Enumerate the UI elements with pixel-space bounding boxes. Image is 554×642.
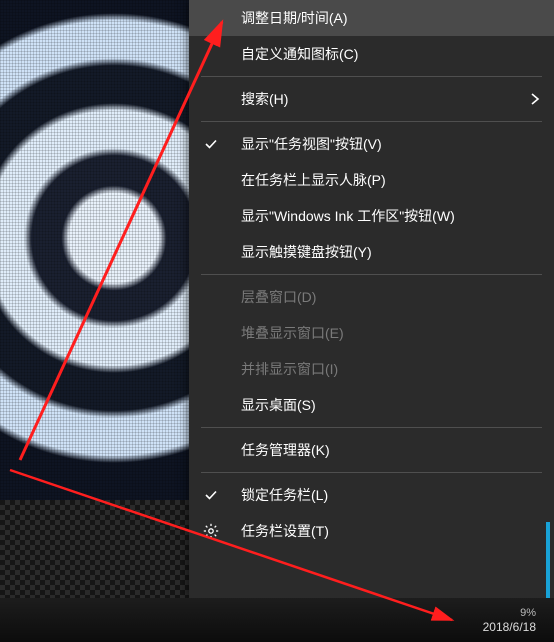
menu-item[interactable]: 锁定任务栏(L) <box>189 477 554 513</box>
chevron-right-icon <box>530 93 540 105</box>
menu-item-label: 自定义通知图标(C) <box>241 44 358 64</box>
check-icon <box>204 488 218 502</box>
menu-item-label: 堆叠显示窗口(E) <box>241 323 344 343</box>
menu-item[interactable]: 在任务栏上显示人脉(P) <box>189 162 554 198</box>
accent-bar <box>546 522 550 598</box>
menu-item: 并排显示窗口(I) <box>189 351 554 387</box>
menu-item-label: 任务栏设置(T) <box>241 521 329 541</box>
menu-separator <box>201 76 542 77</box>
menu-item-label: 并排显示窗口(I) <box>241 359 338 379</box>
menu-item-label: 层叠窗口(D) <box>241 287 316 307</box>
menu-item: 堆叠显示窗口(E) <box>189 315 554 351</box>
menu-separator <box>201 472 542 473</box>
menu-separator <box>201 274 542 275</box>
menu-item-label: 任务管理器(K) <box>241 440 330 460</box>
taskbar-date: 2018/6/18 <box>483 620 536 634</box>
menu-item[interactable]: 搜索(H) <box>189 81 554 117</box>
menu-item-label: 显示触摸键盘按钮(Y) <box>241 242 372 262</box>
menu-item-label: 搜索(H) <box>241 89 288 109</box>
menu-item[interactable]: 任务管理器(K) <box>189 432 554 468</box>
menu-item: 层叠窗口(D) <box>189 279 554 315</box>
menu-item[interactable]: 显示桌面(S) <box>189 387 554 423</box>
menu-item[interactable]: 调整日期/时间(A) <box>189 0 554 36</box>
menu-item-label: 显示"Windows Ink 工作区"按钮(W) <box>241 206 455 226</box>
taskbar-clock[interactable]: 9% 2018/6/18 <box>483 606 536 634</box>
menu-item[interactable]: 显示触摸键盘按钮(Y) <box>189 234 554 270</box>
menu-item-label: 在任务栏上显示人脉(P) <box>241 170 386 190</box>
menu-item-label: 调整日期/时间(A) <box>241 8 348 28</box>
menu-separator <box>201 121 542 122</box>
taskbar-context-menu: 调整日期/时间(A) 自定义通知图标(C) 搜索(H) 显示"任务视图"按钮(V) 在任… <box>189 0 554 598</box>
menu-item[interactable]: 显示"Windows Ink 工作区"按钮(W) <box>189 198 554 234</box>
taskbar[interactable]: 9% 2018/6/18 <box>0 598 554 642</box>
menu-item[interactable]: 自定义通知图标(C) <box>189 36 554 72</box>
menu-item[interactable]: 任务栏设置(T) <box>189 513 554 549</box>
menu-item-label: 显示桌面(S) <box>241 395 316 415</box>
menu-item[interactable]: 显示"任务视图"按钮(V) <box>189 126 554 162</box>
menu-separator <box>201 427 542 428</box>
menu-item-label: 锁定任务栏(L) <box>241 485 328 505</box>
desktop-wallpaper-pattern <box>0 500 190 600</box>
gear-icon <box>203 523 219 539</box>
tray-top-text: 9% <box>520 606 536 620</box>
menu-item-label: 显示"任务视图"按钮(V) <box>241 134 382 154</box>
check-icon <box>204 137 218 151</box>
